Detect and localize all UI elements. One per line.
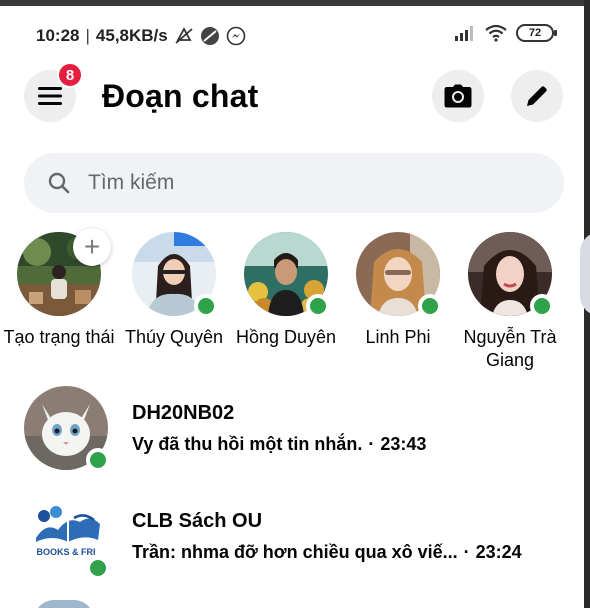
avatar — [24, 386, 110, 472]
next-chat-avatar[interactable] — [34, 600, 94, 608]
mute-icon — [174, 27, 194, 45]
chat-preview: Trần: nhma đỡ hơn chiều qua xô viế... · … — [132, 542, 522, 563]
status-bar: 10:28 | 45,8KB/s 72 — [0, 6, 584, 58]
avatar — [132, 232, 218, 318]
avatar — [468, 232, 554, 318]
battery-icon: 72 — [516, 24, 557, 42]
story-name: Linh Phi — [365, 327, 431, 347]
next-story-avatar[interactable] — [580, 232, 590, 316]
online-indicator — [418, 294, 442, 318]
camera-icon — [444, 84, 472, 108]
status-left: 10:28 | 45,8KB/s — [36, 26, 246, 46]
chat-separator: · — [463, 542, 470, 562]
wifi-icon — [484, 24, 508, 42]
chat-time: 23:43 — [380, 434, 427, 454]
status-divider: | — [85, 26, 90, 45]
search-icon — [48, 171, 72, 195]
online-indicator — [86, 556, 110, 580]
avatar — [244, 232, 330, 318]
page-title: Đoạn chat — [102, 78, 259, 114]
story-name: Hồng Duyên — [235, 327, 337, 347]
chat-name: CLB Sách OU — [132, 510, 263, 532]
status-right: 72 — [454, 24, 557, 42]
messenger-icon — [226, 26, 246, 46]
story-nguyen-tra-giang[interactable]: Nguyễn Trà Giang — [454, 232, 566, 372]
chat-name: DH20NB02 — [132, 402, 235, 424]
avatar: BOOKS & FRI — [24, 494, 110, 580]
header: 8 Đoạn chat — [0, 62, 584, 126]
story-name: Thúy Quyên — [124, 327, 224, 347]
pencil-icon — [527, 86, 547, 106]
story-name: Tạo trạng thái — [3, 327, 115, 347]
online-indicator — [530, 294, 554, 318]
online-indicator — [86, 448, 110, 472]
network-speed: 45,8KB/s — [95, 26, 168, 45]
search-input[interactable]: Tìm kiếm — [24, 153, 564, 213]
signal-icon — [454, 25, 476, 41]
story-hong-duyen[interactable]: Hồng Duyên — [230, 232, 342, 349]
story-linh-phi[interactable]: Linh Phi — [342, 232, 454, 349]
status-time: 10:28 — [36, 26, 80, 45]
notification-badge: 8 — [57, 62, 83, 88]
chat-row[interactable]: BOOKS & FRI CLB Sách OU Trần: nhma đỡ hơ… — [0, 494, 584, 594]
search-placeholder: Tìm kiếm — [88, 171, 175, 194]
chat-separator: · — [368, 434, 375, 454]
chat-preview-text: Trần: nhma đỡ hơn chiều qua xô viế... — [132, 542, 458, 562]
avatar: + — [17, 228, 111, 316]
story-thuy-quyen[interactable]: Thúy Quyên — [118, 232, 230, 349]
chat-preview-text: Vy đã thu hồi một tin nhắn. — [132, 434, 363, 454]
dnd-icon — [200, 26, 220, 46]
online-indicator — [306, 294, 330, 318]
story-name: Nguyễn Trà Giang — [463, 327, 557, 370]
chat-time: 23:24 — [475, 542, 522, 562]
chat-preview: Vy đã thu hồi một tin nhắn. · 23:43 — [132, 434, 426, 455]
chat-row[interactable]: DH20NB02 Vy đã thu hồi một tin nhắn. · 2… — [0, 386, 584, 486]
online-indicator — [194, 294, 218, 318]
add-story-icon[interactable]: + — [73, 228, 111, 266]
camera-button[interactable] — [432, 70, 484, 122]
avatar — [356, 232, 442, 318]
active-users-row: + Tạo trạng thái Thúy Quyên Hồng Duyên L… — [0, 228, 590, 382]
menu-icon — [38, 87, 62, 105]
story-create-status[interactable]: + Tạo trạng thái — [3, 228, 115, 349]
compose-button[interactable] — [511, 70, 563, 122]
